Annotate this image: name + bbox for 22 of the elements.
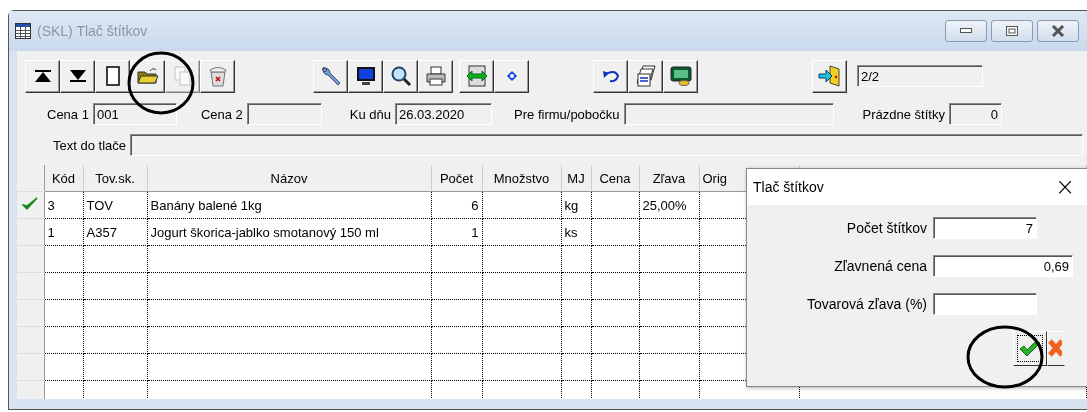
field-label: Text do tlače — [53, 137, 126, 153]
table-cell: Jogurt škorica-jablko smotanový 150 ml — [150, 224, 379, 240]
field-label: Počet štítkov — [846, 220, 927, 236]
table-cell: 25,00% — [642, 197, 687, 213]
field-label: Prázdne štítky — [862, 106, 945, 122]
table-cell: kg — [564, 197, 579, 213]
field-label: Cena 2 — [200, 106, 243, 122]
record-counter: 2/2 — [857, 65, 983, 87]
table-cell: ks — [564, 224, 578, 240]
field-label: Cena 1 — [47, 106, 89, 122]
field-label: Ku dňu — [349, 106, 392, 122]
table-cell: A357 — [86, 224, 117, 240]
table-cell: 6 — [471, 197, 479, 213]
window-title: (SKL) Tlač štítkov — [37, 23, 148, 39]
table-cell: 1 — [47, 224, 55, 240]
field-label: Tovarová zľava (%) — [807, 296, 927, 312]
table-cell: 3 — [47, 197, 55, 213]
field-label: Pre firmu/pobočku — [514, 106, 620, 122]
table-cell: TOV — [86, 197, 113, 213]
table-cell: 1 — [471, 224, 479, 240]
table-cell: Banány balené 1kg — [150, 197, 262, 213]
field-label: Zľavnená cena — [834, 258, 927, 274]
